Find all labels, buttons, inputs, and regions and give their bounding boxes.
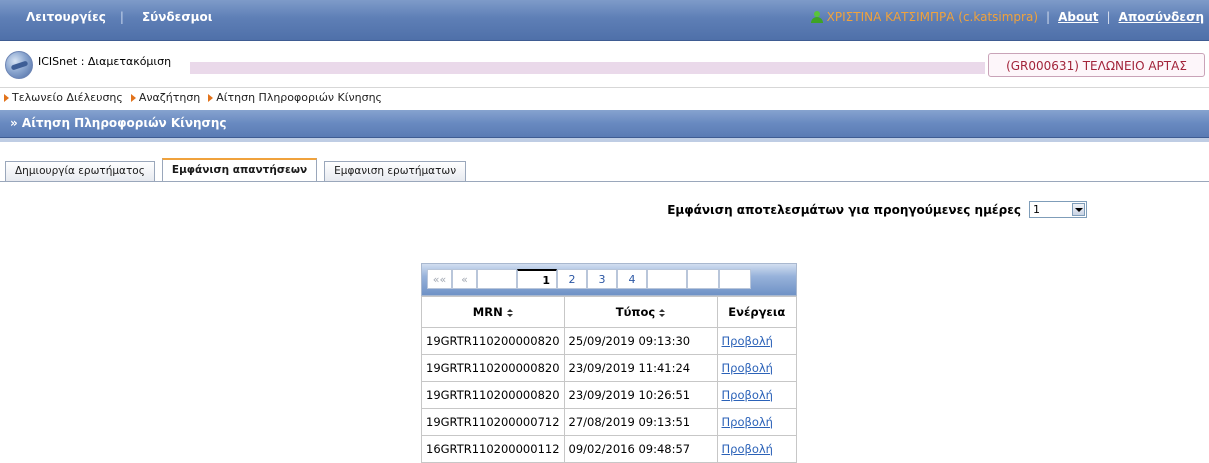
cell-type: 27/08/2019 09:13:51: [563, 408, 718, 436]
about-link[interactable]: About: [1058, 10, 1098, 24]
pager-page-link[interactable]: 3: [587, 269, 617, 289]
days-filter-label: Εμφάνιση αποτελεσμάτων για προηγούμενες …: [667, 202, 1021, 217]
column-header-label: Τύπος: [615, 305, 656, 319]
arrow-right-icon: [130, 93, 136, 102]
table-row: 19GRTR110200000820 23/09/2019 10:26:51 Π…: [421, 381, 798, 409]
pager-page-link[interactable]: 2: [557, 269, 587, 289]
breadcrumb-item[interactable]: Τελωνείο Διέλευσης: [4, 91, 123, 104]
cell-type: 25/09/2019 09:13:30: [563, 327, 718, 355]
top-nav-left: Λειτουργίες | Σύνδεσμοι: [26, 10, 212, 24]
chevron-down-icon[interactable]: [1072, 203, 1085, 216]
breadcrumb-label: Αναζήτηση: [138, 91, 201, 104]
cell-mrn: 16GRTR110200000112: [421, 435, 565, 463]
days-select[interactable]: 1: [1029, 201, 1087, 218]
breadcrumb-label: Αίτηση Πληροφοριών Κίνησης: [216, 91, 383, 104]
pager-empty-cell: [719, 269, 751, 289]
functions-menu[interactable]: Λειτουργίες: [26, 10, 106, 24]
view-link[interactable]: Προβολή: [722, 388, 773, 402]
nav-separator: |: [1046, 10, 1051, 24]
sort-icon[interactable]: [506, 308, 513, 317]
nav-separator: |: [1106, 10, 1111, 24]
table-row: 19GRTR110200000820 25/09/2019 09:13:30 Π…: [421, 327, 798, 355]
top-nav-bar: Λειτουργίες | Σύνδεσμοι ΧΡΙΣΤΙΝΑ ΚΑΤΣΙΜΠ…: [0, 0, 1209, 41]
tab-show-responses[interactable]: Εμφάνιση απαντήσεων: [161, 158, 318, 181]
cell-mrn: 19GRTR110200000820: [421, 354, 565, 382]
cell-type: 23/09/2019 10:26:51: [563, 381, 718, 409]
pager-empty-cell: [687, 269, 719, 289]
column-header-mrn[interactable]: MRN: [421, 296, 565, 328]
results-grid: «« « 1 2 3 4 MRN Τύπος Ενέργεια 19GRTR11…: [421, 263, 798, 463]
header-strip: [190, 62, 985, 74]
cell-type: 23/09/2019 11:41:24: [563, 354, 718, 382]
column-header-action: Ενέργεια: [716, 296, 798, 328]
app-header: ICISnet : Διαμετακόμιση (GR000631) ΤΕΛΩΝ…: [0, 41, 1209, 87]
cell-mrn: 19GRTR110200000712: [421, 408, 565, 436]
tab-underline: [0, 181, 1209, 182]
column-header-type[interactable]: Τύπος: [563, 296, 718, 328]
nav-separator: |: [119, 10, 124, 24]
page-title: » Αίτηση Πληροφοριών Κίνησης: [10, 116, 227, 130]
cell-mrn: 19GRTR110200000820: [421, 381, 565, 409]
pager-prev-button[interactable]: «: [452, 269, 477, 289]
pager-empty-cell: [477, 269, 517, 289]
app-title: ICISnet : Διαμετακόμιση: [38, 55, 172, 68]
sort-icon[interactable]: [659, 308, 666, 317]
tab-show-queries[interactable]: Εμφανιση ερωτήματων: [324, 161, 467, 181]
column-header-label: MRN: [472, 305, 503, 319]
cell-mrn: 19GRTR110200000820: [421, 327, 565, 355]
view-link[interactable]: Προβολή: [722, 442, 773, 456]
user-name: ΧΡΙΣΤΙΝΑ ΚΑΤΣΙΜΠΡΑ (c.katsimpra): [826, 10, 1039, 24]
tab-create-query[interactable]: Δημιουργία ερωτήματος: [5, 161, 155, 181]
section-header-shadow: [0, 138, 1209, 142]
customs-office-badge: (GR000631) ΤΕΛΩΝΕΙΟ ΑΡΤΑΣ: [988, 53, 1205, 77]
pager-current-page: 1: [517, 269, 557, 289]
table-row: 19GRTR110200000712 27/08/2019 09:13:51 Π…: [421, 408, 798, 436]
arrow-right-icon: [208, 93, 214, 102]
days-filter: Εμφάνιση αποτελεσμάτων για προηγούμενες …: [667, 201, 1087, 218]
user-icon: [810, 11, 823, 23]
table-row: 19GRTR110200000820 23/09/2019 11:41:24 Π…: [421, 354, 798, 382]
cell-type: 09/02/2016 09:48:57: [563, 435, 718, 463]
header-divider: [0, 87, 1209, 88]
icisnet-logo-icon: [5, 51, 33, 79]
pager: «« « 1 2 3 4: [421, 263, 797, 296]
breadcrumb: Τελωνείο Διέλευσης Αναζήτηση Αίτηση Πληρ…: [4, 91, 390, 104]
breadcrumb-item[interactable]: Αίτηση Πληροφοριών Κίνησης: [208, 91, 382, 104]
top-nav-right: ΧΡΙΣΤΙΝΑ ΚΑΤΣΙΜΠΡΑ (c.katsimpra) | About…: [810, 10, 1204, 24]
table-row: 16GRTR110200000112 09/02/2016 09:48:57 Π…: [421, 435, 798, 463]
links-menu[interactable]: Σύνδεσμοι: [142, 10, 213, 24]
pager-first-button[interactable]: ««: [427, 269, 452, 289]
logout-link[interactable]: Αποσύνδεση: [1119, 10, 1204, 24]
view-link[interactable]: Προβολή: [722, 334, 773, 348]
tab-bar: Δημιουργία ερωτήματος Εμφάνιση απαντήσεω…: [5, 158, 473, 181]
pager-page-link[interactable]: 4: [617, 269, 647, 289]
breadcrumb-item[interactable]: Αναζήτηση: [130, 91, 201, 104]
breadcrumb-label: Τελωνείο Διέλευσης: [12, 91, 123, 104]
arrow-right-icon: [4, 93, 9, 102]
view-link[interactable]: Προβολή: [722, 415, 773, 429]
results-table: MRN Τύπος Ενέργεια 19GRTR110200000820 25…: [421, 296, 798, 463]
view-link[interactable]: Προβολή: [722, 361, 773, 375]
pager-empty-cell: [647, 269, 687, 289]
table-header-row: MRN Τύπος Ενέργεια: [421, 296, 798, 328]
days-select-value: 1: [1033, 203, 1040, 216]
section-header: » Αίτηση Πληροφοριών Κίνησης: [0, 110, 1209, 138]
